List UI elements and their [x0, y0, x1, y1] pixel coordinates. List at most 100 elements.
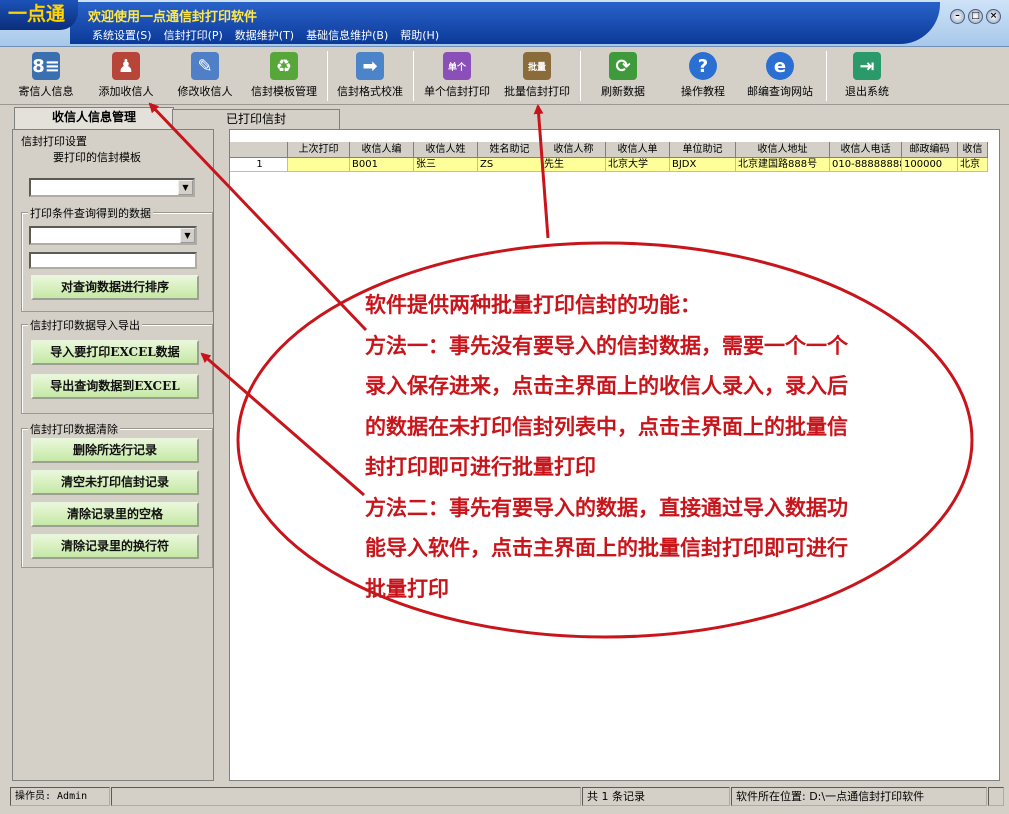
exit-button[interactable]: ⇥ 退出系统 [832, 52, 902, 102]
column-header[interactable]: 上次打印 [288, 142, 350, 158]
table-cell[interactable]: 北京 [958, 158, 988, 172]
column-header[interactable]: 收信人姓 [414, 142, 478, 158]
column-header[interactable]: 收信 [958, 142, 988, 158]
single-print-label: 单个信封打印 [424, 85, 490, 98]
table-cell[interactable]: 北京建国路888号 [736, 158, 830, 172]
table-row[interactable]: 1 B001 张三 ZS 先生 北京大学 BJDX 北京建国路888号 010-… [230, 158, 988, 172]
annotation-line: 录入保存进来，点击主界面上的收信人录入，录入后 [365, 374, 848, 398]
single-print-button[interactable]: 单个 单个信封打印 [417, 52, 497, 102]
clear-unprinted-button[interactable]: 清空未打印信封记录 [31, 470, 199, 495]
refresh-label: 刷新数据 [601, 85, 645, 98]
toolbar-separator [327, 51, 328, 101]
toolbar-separator [413, 51, 414, 101]
query-group-title: 打印条件查询得到的数据 [28, 205, 153, 221]
annotation-line: 方法二：事先有要导入的数据，直接通过导入数据功 [365, 495, 848, 520]
chevron-down-icon[interactable]: ▼ [180, 228, 195, 243]
table-cell[interactable]: 100000 [902, 158, 958, 172]
sort-button[interactable]: 对查询数据进行排序 [31, 275, 199, 300]
table-cell[interactable]: 北京大学 [606, 158, 670, 172]
format-calibrate-button[interactable]: ➡ 信封格式校准 [330, 52, 410, 102]
table-cell[interactable]: 张三 [414, 158, 478, 172]
menu-basic-info[interactable]: 基础信息维护(B) [306, 27, 388, 43]
menu-bar: 系统设置(S) 信封打印(P) 数据维护(T) 基础信息维护(B) 帮助(H) [92, 27, 439, 43]
column-header[interactable]: 姓名助记 [478, 142, 542, 158]
status-operator: 操作员: Admin [10, 787, 110, 806]
batch-print-button[interactable]: 批量 批量信封打印 [497, 52, 577, 102]
import-excel-button[interactable]: 导入要打印EXCEL数据 [31, 340, 199, 365]
exit-door-icon: ⇥ [853, 52, 881, 80]
edit-recipient-icon: ✎ [191, 52, 219, 80]
export-excel-button[interactable]: 导出查询数据到EXCEL [31, 374, 199, 399]
remove-spaces-button[interactable]: 清除记录里的空格 [31, 502, 199, 527]
tutorial-label: 操作教程 [681, 85, 725, 98]
column-header[interactable]: 收信人称 [542, 142, 606, 158]
toolbar-separator [826, 51, 827, 101]
format-calibrate-label: 信封格式校准 [337, 85, 403, 98]
tutorial-button[interactable]: ? 操作教程 [668, 52, 738, 102]
add-recipient-icon: ♟ [112, 52, 140, 80]
table-cell[interactable]: BJDX [670, 158, 736, 172]
minimize-icon[interactable]: – [950, 9, 965, 24]
clear-group-title: 信封打印数据清除 [28, 421, 120, 437]
edit-recipient-button[interactable]: ✎ 修改收信人 [167, 52, 243, 102]
column-header[interactable]: 收信人编 [350, 142, 414, 158]
add-recipient-button[interactable]: ♟ 添加收信人 [88, 52, 164, 102]
exit-label: 退出系统 [845, 85, 889, 98]
help-icon: ? [689, 52, 717, 80]
window-controls: – □ × [950, 9, 1001, 24]
postcode-site-button[interactable]: e 邮编查询网站 [740, 52, 820, 102]
remove-newlines-button[interactable]: 清除记录里的换行符 [31, 534, 199, 559]
ie-browser-icon: e [766, 52, 794, 80]
grid-header: 上次打印 收信人编 收信人姓 姓名助记 收信人称 收信人单 单位助记 收信人地址… [230, 142, 988, 158]
toolbar: 8≡ 寄信人信息 ♟ 添加收信人 ✎ 修改收信人 ♻ 信封模板管理 ➡ 信封格式… [0, 47, 1009, 105]
column-header[interactable]: 收信人单 [606, 142, 670, 158]
column-header[interactable]: 邮政编码 [902, 142, 958, 158]
refresh-button[interactable]: ⟳ 刷新数据 [588, 52, 658, 102]
annotation-text: 软件提供两种批量打印信封的功能： 方法一：事先没有要导入的信封数据，需要一个一个… [365, 285, 945, 609]
column-header[interactable]: 单位助记 [670, 142, 736, 158]
sender-info-button[interactable]: 8≡ 寄信人信息 [8, 52, 84, 102]
table-cell[interactable] [288, 158, 350, 172]
refresh-icon: ⟳ [609, 52, 637, 80]
status-empty [111, 787, 581, 806]
status-record-count: 共 1 条记录 [582, 787, 730, 806]
menu-help[interactable]: 帮助(H) [400, 27, 439, 43]
annotation-line: 批量打印 [365, 576, 449, 601]
sender-card-icon: 8≡ [32, 52, 60, 80]
table-cell[interactable]: 先生 [542, 158, 606, 172]
sender-info-label: 寄信人信息 [18, 85, 74, 98]
column-header[interactable]: 收信人电话 [830, 142, 902, 158]
single-print-icon: 单个 [443, 52, 471, 80]
annotation-line: 软件提供两种批量打印信封的功能： [365, 293, 701, 317]
table-cell[interactable]: B001 [350, 158, 414, 172]
recycle-icon: ♻ [270, 52, 298, 80]
column-header[interactable]: 收信人地址 [736, 142, 830, 158]
resize-grip-icon[interactable] [988, 787, 1004, 806]
row-number: 1 [230, 158, 288, 172]
app-logo: 一点通 [0, 0, 78, 30]
print-settings-title: 信封打印设置 [21, 135, 87, 148]
query-select[interactable]: ▼ [29, 226, 197, 245]
tab-recipient-management[interactable]: 收信人信息管理 [14, 107, 174, 129]
annotation-line: 的数据在未打印信封列表中，点击主界面上的批量信 [365, 414, 848, 439]
annotation-line: 封打印即可进行批量打印 [365, 455, 596, 479]
chevron-down-icon[interactable]: ▼ [178, 180, 193, 195]
tab-printed-envelopes[interactable]: 已打印信封 [172, 109, 340, 129]
import-export-group: 信封打印数据导入导出 [21, 317, 213, 414]
column-header[interactable] [230, 142, 288, 158]
left-panel: 信封打印设置 要打印的信封模板 ▼ 打印条件查询得到的数据 ▼ 对查询数据进行排… [12, 129, 214, 781]
annotation-line: 能导入软件，点击主界面上的批量信封打印即可进行 [365, 536, 848, 560]
query-input[interactable] [29, 252, 197, 269]
close-icon[interactable]: × [986, 9, 1001, 24]
table-cell[interactable]: ZS [478, 158, 542, 172]
template-select[interactable]: ▼ [29, 178, 195, 197]
menu-system-settings[interactable]: 系统设置(S) [92, 27, 152, 43]
menu-data-maintenance[interactable]: 数据维护(T) [235, 27, 294, 43]
status-bar: 操作员: Admin 共 1 条记录 软件所在位置: D:\一点通信封打印软件 [0, 786, 1009, 808]
template-manage-button[interactable]: ♻ 信封模板管理 [244, 52, 324, 102]
table-cell[interactable]: 010-88888888 [830, 158, 902, 172]
maximize-icon[interactable]: □ [968, 9, 983, 24]
delete-selected-button[interactable]: 删除所选行记录 [31, 438, 199, 463]
status-location: 软件所在位置: D:\一点通信封打印软件 [731, 787, 987, 806]
menu-envelope-print[interactable]: 信封打印(P) [164, 27, 223, 43]
